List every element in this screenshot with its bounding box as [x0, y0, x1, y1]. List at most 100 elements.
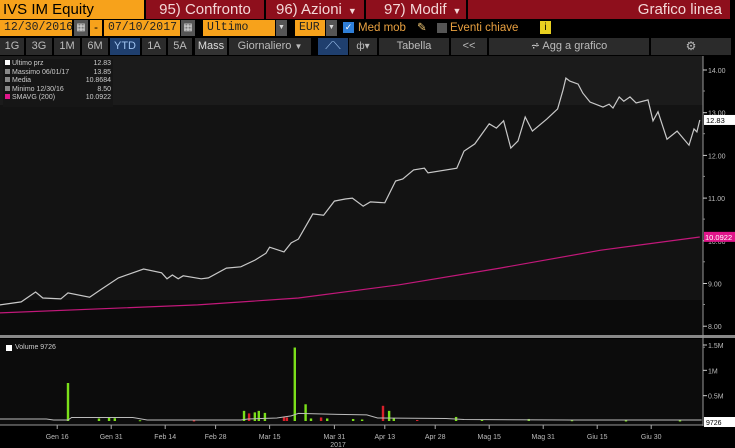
chevron-down-icon: ▼	[452, 6, 462, 16]
legend-label: Media	[5, 77, 31, 86]
calendar-icon[interactable]: ▦	[74, 20, 88, 36]
volume-bar	[253, 412, 257, 421]
legend-label-text: SMAVG (200)	[12, 94, 56, 101]
y-tick-label: 14.00	[708, 68, 726, 75]
x-tick-label: Gen 16	[46, 434, 69, 441]
candlestick-icon[interactable]: ф▾	[349, 38, 377, 55]
volume-bar	[293, 347, 296, 421]
y-tick-label: 12.00	[708, 153, 726, 160]
azioni-label: 96) Azioni	[276, 1, 342, 18]
volume-swatch-icon	[6, 344, 12, 351]
line-chart-icon[interactable]: ⟋⟍	[318, 38, 348, 55]
volume-y-tick-label: 0.5M	[708, 394, 724, 401]
x-tick-label: Gen 31	[100, 434, 123, 441]
confronto-button[interactable]: 95) Confronto	[146, 0, 264, 19]
x-tick-label: Giu 15	[587, 434, 608, 441]
plot-band	[0, 300, 703, 335]
eventi-checkbox[interactable]	[437, 23, 447, 33]
calendar-icon[interactable]: ▦	[181, 20, 195, 36]
legend-value: 8.50	[97, 85, 111, 93]
volume-bar	[309, 418, 313, 421]
add-chart-icon: ⩫	[530, 40, 543, 52]
legend-row: Media 10.8684	[5, 77, 111, 86]
volume-legend-label: Volume 9726	[15, 344, 56, 351]
chevron-down-icon[interactable]: ▼	[276, 20, 287, 36]
frequency-select[interactable]: Giornaliero ▼	[229, 38, 311, 55]
legend-label: Massimo 06/01/17	[5, 68, 70, 78]
legend-swatch-icon	[5, 60, 10, 65]
legend-value: 12.83	[93, 60, 111, 67]
volume-bar	[138, 420, 142, 422]
period-button-1g[interactable]: 1G	[0, 38, 24, 55]
chevron-down-icon[interactable]: ▼	[326, 20, 337, 36]
pane-divider[interactable]	[0, 335, 735, 338]
legend-label-text: Ultimo prz	[12, 60, 44, 67]
modif-menu[interactable]: 97) Modif ▼	[366, 0, 466, 19]
tabella-button[interactable]: Tabella	[379, 38, 449, 55]
legend-label: Ultimo prz	[5, 60, 44, 69]
x-tick-label: Mar 15	[259, 434, 281, 441]
last-price-value: 12.83	[706, 116, 725, 125]
x-tick-label: Apr 13	[374, 434, 395, 441]
info-icon[interactable]: i	[540, 21, 551, 34]
volume-bar	[319, 417, 323, 421]
legend-value: 10.8684	[85, 77, 111, 84]
period-button-3g[interactable]: 3G	[26, 38, 52, 55]
period-button-6m[interactable]: 6M	[82, 38, 108, 55]
legend-row: Ultimo prz 12.83	[5, 60, 111, 69]
volume-bar	[247, 413, 251, 421]
pencil-icon[interactable]: ✎	[417, 20, 427, 36]
period-button-ytd[interactable]: YTD	[110, 38, 140, 55]
last-price-label: 12.83	[704, 114, 735, 125]
mass-button[interactable]: Mass	[195, 38, 227, 55]
volume-bar	[263, 412, 267, 421]
volume-bar	[416, 419, 419, 421]
legend-label-text: Media	[12, 77, 32, 84]
legend-label-text: Massimo 06/01/17	[12, 68, 70, 76]
volume-bar	[678, 420, 682, 422]
gear-icon[interactable]: ⚙	[651, 38, 731, 55]
period-button-1m[interactable]: 1M	[54, 38, 80, 55]
volume-bar	[381, 405, 385, 421]
legend-label: SMAVG (200)	[5, 94, 55, 103]
volume-bar	[392, 418, 395, 421]
volume-last-value: 9726	[706, 420, 722, 427]
price-volume-chart[interactable]: 8.009.0010.0011.0012.0013.0014.000.5M1M1…	[0, 56, 735, 448]
volume-bar	[351, 418, 355, 421]
med-mob-checkbox[interactable]: ✓	[343, 22, 354, 33]
x-tick-label: Feb 28	[205, 434, 227, 441]
volume-bar	[387, 410, 391, 421]
volume-bar	[97, 418, 101, 421]
x-tick-label: Mag 31	[532, 434, 555, 441]
currency-select[interactable]: EUR	[295, 20, 325, 36]
modif-label: 97) Modif	[384, 1, 447, 18]
med-mob-label: Med mob	[358, 22, 406, 34]
volume-bar	[66, 382, 70, 421]
legend-row: SMAVG (200) 10.0922	[5, 94, 111, 103]
legend-value: 10.0922	[85, 94, 111, 101]
legend-swatch-icon	[5, 94, 10, 99]
field-select[interactable]: Ultimo prz	[203, 20, 275, 50]
y-tick-label: 9.00	[708, 282, 722, 289]
volume-bar	[257, 410, 260, 421]
security-ticker-field[interactable]: IVS IM Equity	[0, 0, 144, 19]
legend-value: 13.85	[93, 68, 111, 76]
x-tick-label: Apr 28	[425, 434, 446, 441]
x-axis-year: 2017	[330, 442, 346, 448]
add-to-chart-button[interactable]: ⩫ Agg a grafico	[489, 38, 649, 55]
y-tick-label: 8.00	[708, 324, 722, 331]
start-date-input[interactable]: 12/30/2016	[0, 20, 73, 36]
period-button-1a[interactable]: 1A	[142, 38, 166, 55]
smavg-value: 10.0922	[705, 233, 732, 242]
frequency-label: Giornaliero	[237, 40, 292, 52]
period-button-5a[interactable]: 5A	[168, 38, 192, 55]
add-to-chart-label: Agg a grafico	[542, 40, 608, 52]
legend-swatch-icon	[5, 77, 10, 82]
volume-bar	[304, 404, 307, 421]
azioni-menu[interactable]: 96) Azioni ▼	[266, 0, 364, 19]
volume-bar	[107, 417, 111, 421]
legend-swatch-icon	[5, 85, 10, 91]
collapse-button[interactable]: <<	[451, 38, 487, 55]
end-date-input[interactable]: 07/10/2017	[104, 20, 180, 36]
x-tick-label: Mar 31	[324, 434, 346, 441]
